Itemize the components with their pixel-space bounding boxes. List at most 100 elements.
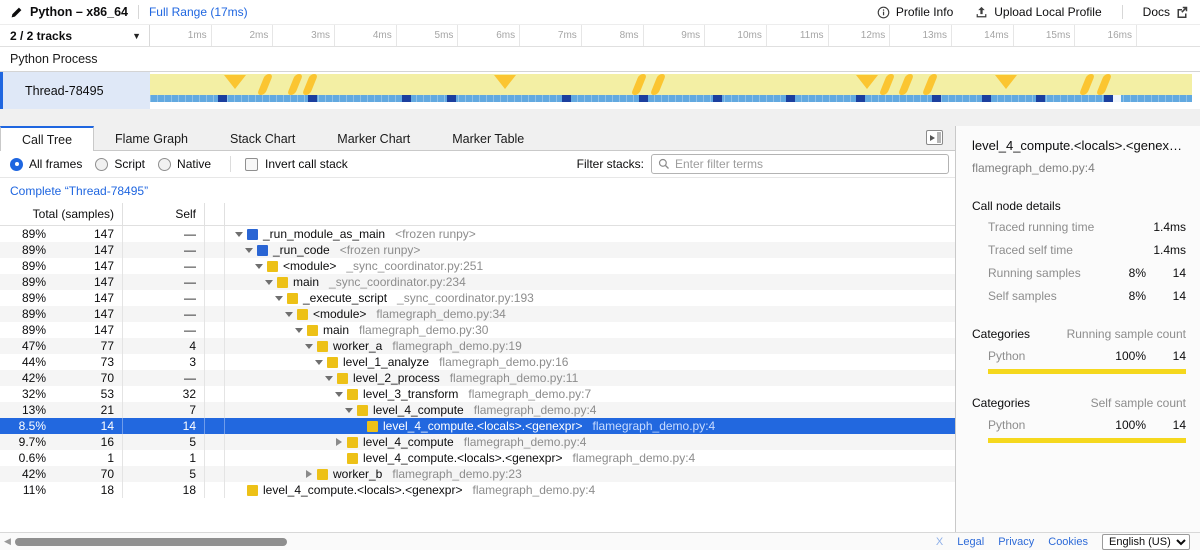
call-tree-row[interactable]: 32%5332level_3_transformflamegraph_demo.… bbox=[0, 386, 955, 402]
call-tree-row[interactable]: 13%217level_4_computeflamegraph_demo.py:… bbox=[0, 402, 955, 418]
row-self-samples: — bbox=[123, 322, 205, 338]
tab-marker-table[interactable]: Marker Table bbox=[431, 126, 545, 150]
tab-marker-chart[interactable]: Marker Chart bbox=[316, 126, 431, 150]
edit-icon[interactable] bbox=[10, 6, 23, 19]
call-tree-row[interactable]: 42%705worker_bflamegraph_demo.py:23 bbox=[0, 466, 955, 482]
ruler-tick: 3ms bbox=[273, 25, 335, 46]
call-tree-row[interactable]: 89%147—main_sync_coordinator.py:234 bbox=[0, 274, 955, 290]
expand-open-icon[interactable] bbox=[273, 296, 285, 301]
expand-open-icon[interactable] bbox=[313, 360, 325, 365]
invert-call-stack-label[interactable]: Invert call stack bbox=[265, 157, 348, 171]
footer-link-legal[interactable]: Legal bbox=[957, 536, 984, 548]
row-total-percent: 89% bbox=[0, 243, 46, 257]
call-tree-row[interactable]: 89%147—<module>flamegraph_demo.py:34 bbox=[0, 306, 955, 322]
expand-closed-icon[interactable] bbox=[303, 470, 315, 478]
profile-info-button[interactable]: Profile Info bbox=[877, 5, 953, 19]
row-total-percent: 0.6% bbox=[0, 451, 46, 465]
timeline-ruler[interactable]: 1ms2ms3ms4ms5ms6ms7ms8ms9ms10ms11ms12ms1… bbox=[150, 25, 1200, 46]
row-self-samples: 3 bbox=[123, 354, 205, 370]
row-self-samples: 7 bbox=[123, 402, 205, 418]
radio-all-frames[interactable] bbox=[10, 158, 23, 171]
col-header-self[interactable]: Self bbox=[123, 203, 205, 225]
horizontal-scrollbar-thumb[interactable] bbox=[15, 538, 287, 546]
footer-link-cookies[interactable]: Cookies bbox=[1048, 536, 1088, 548]
expand-closed-icon[interactable] bbox=[333, 438, 345, 446]
row-icon-cell bbox=[205, 370, 225, 386]
docs-link[interactable]: Docs bbox=[1143, 5, 1188, 19]
expand-open-icon[interactable] bbox=[333, 392, 345, 397]
call-tree-row[interactable]: 89%147—_run_code<frozen runpy> bbox=[0, 242, 955, 258]
language-select[interactable]: English (US) bbox=[1102, 534, 1190, 550]
call-tree-row[interactable]: 11%1818level_4_compute.<locals>.<genexpr… bbox=[0, 482, 955, 498]
call-tree-row[interactable]: 89%147—<module>_sync_coordinator.py:251 bbox=[0, 258, 955, 274]
filter-input-box[interactable] bbox=[651, 154, 949, 174]
call-tree-row[interactable]: 0.6%11level_4_compute.<locals>.<genexpr>… bbox=[0, 450, 955, 466]
call-tree-row[interactable]: 47%774worker_aflamegraph_demo.py:19 bbox=[0, 338, 955, 354]
category-value: 14 bbox=[1146, 418, 1186, 432]
process-track[interactable]: Python Process bbox=[0, 47, 1200, 72]
tab-flame-graph[interactable]: Flame Graph bbox=[94, 126, 209, 150]
tab-call-tree[interactable]: Call Tree bbox=[0, 126, 94, 151]
process-label: Python Process bbox=[10, 52, 98, 66]
call-node-details-title: Call node details bbox=[956, 175, 1200, 213]
row-total-samples: 147 bbox=[46, 227, 122, 241]
upload-profile-button[interactable]: Upload Local Profile bbox=[975, 5, 1101, 19]
row-total-samples: 147 bbox=[46, 275, 122, 289]
search-icon bbox=[658, 158, 670, 170]
tracks-dropdown[interactable]: 2 / 2 tracks ▼ bbox=[0, 25, 150, 46]
row-total-samples: 1 bbox=[46, 451, 122, 465]
activity-marker-slash bbox=[1078, 74, 1094, 95]
expand-open-icon[interactable] bbox=[303, 344, 315, 349]
expand-open-icon[interactable] bbox=[293, 328, 305, 333]
thread-activity-area[interactable] bbox=[150, 72, 1200, 109]
breadcrumb-link[interactable]: Complete “Thread-78495” bbox=[10, 184, 148, 198]
row-icon-cell bbox=[205, 354, 225, 370]
sample-strip-dark-segment bbox=[856, 95, 865, 102]
category-square bbox=[347, 437, 358, 448]
activity-marker-triangle bbox=[995, 75, 1017, 89]
expand-open-icon[interactable] bbox=[233, 232, 245, 237]
thread-track[interactable]: Thread-78495 bbox=[0, 72, 1200, 109]
expand-open-icon[interactable] bbox=[323, 376, 335, 381]
category-square bbox=[277, 277, 288, 288]
radio-native[interactable] bbox=[158, 158, 171, 171]
expand-open-icon[interactable] bbox=[253, 264, 265, 269]
expand-open-icon[interactable] bbox=[243, 248, 255, 253]
radio-native-label[interactable]: Native bbox=[177, 157, 211, 171]
expand-open-icon[interactable] bbox=[263, 280, 275, 285]
call-tree-row[interactable]: 9.7%165level_4_computeflamegraph_demo.py… bbox=[0, 434, 955, 450]
function-location: flamegraph_demo.py:4 bbox=[572, 451, 695, 465]
categories-count-header: Self sample count bbox=[1091, 396, 1186, 410]
thread-activity-graph[interactable] bbox=[150, 74, 1192, 102]
function-name: <module> bbox=[283, 259, 336, 273]
category-percent: 100% bbox=[1102, 349, 1146, 363]
radio-all-frames-label[interactable]: All frames bbox=[29, 157, 82, 171]
close-button[interactable]: X bbox=[936, 536, 943, 548]
row-total-samples: 14 bbox=[46, 419, 122, 433]
tab-stack-chart[interactable]: Stack Chart bbox=[209, 126, 316, 150]
function-name: level_4_compute bbox=[373, 403, 464, 417]
category-square bbox=[347, 389, 358, 400]
call-tree-row[interactable]: 89%147—mainflamegraph_demo.py:30 bbox=[0, 322, 955, 338]
thread-label-cell[interactable]: Thread-78495 bbox=[0, 72, 150, 109]
sidebar-toggle-button[interactable] bbox=[926, 130, 943, 145]
ruler-tick: 8ms bbox=[582, 25, 644, 46]
filter-input[interactable] bbox=[675, 157, 942, 171]
call-tree-row[interactable]: 44%733level_1_analyzeflamegraph_demo.py:… bbox=[0, 354, 955, 370]
footer-link-privacy[interactable]: Privacy bbox=[998, 536, 1034, 548]
radio-script-label[interactable]: Script bbox=[114, 157, 145, 171]
full-range-link[interactable]: Full Range (17ms) bbox=[149, 5, 248, 19]
call-tree-row[interactable]: 8.5%1414level_4_compute.<locals>.<genexp… bbox=[0, 418, 955, 434]
expand-open-icon[interactable] bbox=[283, 312, 295, 317]
scroll-left-icon[interactable]: ◀ bbox=[4, 536, 11, 547]
radio-script[interactable] bbox=[95, 158, 108, 171]
expand-open-icon[interactable] bbox=[343, 408, 355, 413]
call-tree-row[interactable]: 89%147—_run_module_as_main<frozen runpy> bbox=[0, 226, 955, 242]
call-tree-row[interactable]: 89%147—_execute_script_sync_coordinator.… bbox=[0, 290, 955, 306]
function-location: flamegraph_demo.py:19 bbox=[392, 339, 521, 353]
detail-value: 1.4ms bbox=[1146, 243, 1186, 257]
row-total-samples: 147 bbox=[46, 291, 122, 305]
call-tree-row[interactable]: 42%70—level_2_processflamegraph_demo.py:… bbox=[0, 370, 955, 386]
col-header-total[interactable]: Total (samples) bbox=[0, 203, 123, 225]
invert-call-stack-checkbox[interactable] bbox=[245, 158, 258, 171]
